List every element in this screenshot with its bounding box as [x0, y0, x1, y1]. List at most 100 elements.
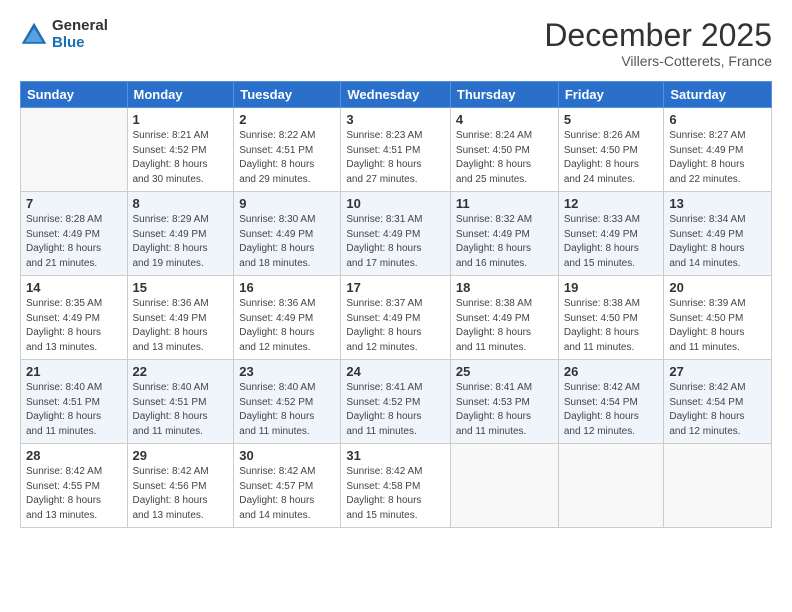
- col-tuesday: Tuesday: [234, 82, 341, 108]
- day-info: Sunrise: 8:27 AMSunset: 4:49 PMDaylight:…: [669, 129, 766, 187]
- day-info: Sunrise: 8:36 AMSunset: 4:49 PMDaylight:…: [239, 297, 335, 355]
- day-info: Sunrise: 8:26 AMSunset: 4:50 PMDaylight:…: [564, 129, 659, 187]
- calendar-cell: 14Sunrise: 8:35 AMSunset: 4:49 PMDayligh…: [21, 276, 128, 360]
- calendar-cell: 1 Sunrise: 8:21 AMSunset: 4:52 PMDaylight…: [127, 108, 234, 192]
- month-title: December 2025: [544, 18, 772, 53]
- day-number: 8: [133, 196, 229, 211]
- calendar-cell: 17Sunrise: 8:37 AMSunset: 4:49 PMDayligh…: [341, 276, 451, 360]
- calendar-cell: 26Sunrise: 8:42 AMSunset: 4:54 PMDayligh…: [558, 360, 664, 444]
- day-info: Sunrise: 8:42 AMSunset: 4:57 PMDaylight:…: [239, 465, 335, 523]
- location-subtitle: Villers-Cotterets, France: [544, 53, 772, 69]
- calendar-cell: 25 Sunrise: 8:41 AMSunset: 4:53 PMDayligh…: [450, 360, 558, 444]
- day-number: 13: [669, 196, 766, 211]
- day-number: 25: [456, 364, 553, 379]
- col-saturday: Saturday: [664, 82, 772, 108]
- day-number: 30: [239, 448, 335, 463]
- calendar-cell: 15 Sunrise: 8:36 AMSunset: 4:49 PMDayligh…: [127, 276, 234, 360]
- day-info: Sunrise: 8:41 AMSunset: 4:52 PMDaylight:…: [346, 381, 445, 439]
- day-info: Sunrise: 8:22 AMSunset: 4:51 PMDaylight:…: [239, 129, 335, 187]
- day-number: 15: [133, 280, 229, 295]
- calendar-cell: 31 Sunrise: 8:42 AMSunset: 4:58 PMDayligh…: [341, 444, 451, 528]
- calendar-cell: [664, 444, 772, 528]
- day-number: 22: [133, 364, 229, 379]
- day-number: 20: [669, 280, 766, 295]
- col-friday: Friday: [558, 82, 664, 108]
- day-info: Sunrise: 8:38 AMSunset: 4:50 PMDaylight:…: [564, 297, 659, 355]
- day-info: Sunrise: 8:36 AMSunset: 4:49 PMDaylight:…: [133, 297, 229, 355]
- calendar-cell: 9Sunrise: 8:30 AMSunset: 4:49 PMDaylight…: [234, 192, 341, 276]
- day-number: 16: [239, 280, 335, 295]
- day-number: 14: [26, 280, 122, 295]
- day-info: Sunrise: 8:33 AMSunset: 4:49 PMDaylight:…: [564, 213, 659, 271]
- calendar-week-row-2: 7Sunrise: 8:28 AMSunset: 4:49 PMDaylight…: [21, 192, 772, 276]
- header: General Blue December 2025 Villers-Cotte…: [20, 18, 772, 69]
- calendar-cell: 4Sunrise: 8:24 AMSunset: 4:50 PMDaylight…: [450, 108, 558, 192]
- calendar-cell: 30 Sunrise: 8:42 AMSunset: 4:57 PMDayligh…: [234, 444, 341, 528]
- day-info: Sunrise: 8:34 AMSunset: 4:49 PMDaylight:…: [669, 213, 766, 271]
- calendar-cell: 7Sunrise: 8:28 AMSunset: 4:49 PMDaylight…: [21, 192, 128, 276]
- calendar-week-row-1: 1 Sunrise: 8:21 AMSunset: 4:52 PMDaylight…: [21, 108, 772, 192]
- day-number: 27: [669, 364, 766, 379]
- day-number: 23: [239, 364, 335, 379]
- logo-icon: [20, 21, 48, 49]
- day-info: Sunrise: 8:38 AMSunset: 4:49 PMDaylight:…: [456, 297, 553, 355]
- day-number: 17: [346, 280, 445, 295]
- day-info: Sunrise: 8:23 AMSunset: 4:51 PMDaylight:…: [346, 129, 445, 187]
- day-number: 9: [239, 196, 335, 211]
- day-info: Sunrise: 8:40 AMSunset: 4:52 PMDaylight:…: [239, 381, 335, 439]
- col-sunday: Sunday: [21, 82, 128, 108]
- day-info: Sunrise: 8:21 AMSunset: 4:52 PMDaylight:…: [133, 129, 229, 187]
- calendar-cell: 29 Sunrise: 8:42 AMSunset: 4:56 PMDayligh…: [127, 444, 234, 528]
- logo-general-text: General: [52, 18, 108, 35]
- day-number: 28: [26, 448, 122, 463]
- calendar-week-row-5: 28 Sunrise: 8:42 AMSunset: 4:55 PMDayligh…: [21, 444, 772, 528]
- day-number: 18: [456, 280, 553, 295]
- calendar-cell: 23 Sunrise: 8:40 AMSunset: 4:52 PMDayligh…: [234, 360, 341, 444]
- calendar-header-row: Sunday Monday Tuesday Wednesday Thursday…: [21, 82, 772, 108]
- day-number: 7: [26, 196, 122, 211]
- calendar-cell: 6 Sunrise: 8:27 AMSunset: 4:49 PMDaylight…: [664, 108, 772, 192]
- day-number: 5: [564, 112, 659, 127]
- col-monday: Monday: [127, 82, 234, 108]
- day-info: Sunrise: 8:42 AMSunset: 4:54 PMDaylight:…: [669, 381, 766, 439]
- day-number: 1: [133, 112, 229, 127]
- calendar-cell: 8 Sunrise: 8:29 AMSunset: 4:49 PMDaylight…: [127, 192, 234, 276]
- calendar-cell: 10Sunrise: 8:31 AMSunset: 4:49 PMDayligh…: [341, 192, 451, 276]
- calendar-cell: 24 Sunrise: 8:41 AMSunset: 4:52 PMDayligh…: [341, 360, 451, 444]
- day-number: 19: [564, 280, 659, 295]
- calendar-cell: [450, 444, 558, 528]
- logo: General Blue: [20, 18, 108, 51]
- day-info: Sunrise: 8:32 AMSunset: 4:49 PMDaylight:…: [456, 213, 553, 271]
- calendar-cell: 18 Sunrise: 8:38 AMSunset: 4:49 PMDayligh…: [450, 276, 558, 360]
- day-number: 21: [26, 364, 122, 379]
- calendar-cell: [21, 108, 128, 192]
- calendar-cell: 27 Sunrise: 8:42 AMSunset: 4:54 PMDayligh…: [664, 360, 772, 444]
- calendar-cell: 21Sunrise: 8:40 AMSunset: 4:51 PMDayligh…: [21, 360, 128, 444]
- day-number: 24: [346, 364, 445, 379]
- page: General Blue December 2025 Villers-Cotte…: [0, 0, 792, 612]
- calendar-cell: 22Sunrise: 8:40 AMSunset: 4:51 PMDayligh…: [127, 360, 234, 444]
- day-info: Sunrise: 8:42 AMSunset: 4:54 PMDaylight:…: [564, 381, 659, 439]
- day-number: 31: [346, 448, 445, 463]
- day-number: 2: [239, 112, 335, 127]
- day-info: Sunrise: 8:41 AMSunset: 4:53 PMDaylight:…: [456, 381, 553, 439]
- day-info: Sunrise: 8:42 AMSunset: 4:58 PMDaylight:…: [346, 465, 445, 523]
- day-number: 3: [346, 112, 445, 127]
- day-info: Sunrise: 8:31 AMSunset: 4:49 PMDaylight:…: [346, 213, 445, 271]
- calendar-cell: 28 Sunrise: 8:42 AMSunset: 4:55 PMDayligh…: [21, 444, 128, 528]
- logo-text: General Blue: [52, 18, 108, 51]
- logo-blue-text: Blue: [52, 35, 108, 52]
- day-info: Sunrise: 8:29 AMSunset: 4:49 PMDaylight:…: [133, 213, 229, 271]
- calendar-week-row-3: 14Sunrise: 8:35 AMSunset: 4:49 PMDayligh…: [21, 276, 772, 360]
- day-number: 29: [133, 448, 229, 463]
- day-number: 11: [456, 196, 553, 211]
- day-number: 6: [669, 112, 766, 127]
- calendar-cell: 19 Sunrise: 8:38 AMSunset: 4:50 PMDayligh…: [558, 276, 664, 360]
- day-info: Sunrise: 8:42 AMSunset: 4:56 PMDaylight:…: [133, 465, 229, 523]
- day-info: Sunrise: 8:42 AMSunset: 4:55 PMDaylight:…: [26, 465, 122, 523]
- calendar-cell: 5 Sunrise: 8:26 AMSunset: 4:50 PMDaylight…: [558, 108, 664, 192]
- calendar-cell: 3 Sunrise: 8:23 AMSunset: 4:51 PMDaylight…: [341, 108, 451, 192]
- day-info: Sunrise: 8:39 AMSunset: 4:50 PMDaylight:…: [669, 297, 766, 355]
- calendar-cell: 12Sunrise: 8:33 AMSunset: 4:49 PMDayligh…: [558, 192, 664, 276]
- calendar-week-row-4: 21Sunrise: 8:40 AMSunset: 4:51 PMDayligh…: [21, 360, 772, 444]
